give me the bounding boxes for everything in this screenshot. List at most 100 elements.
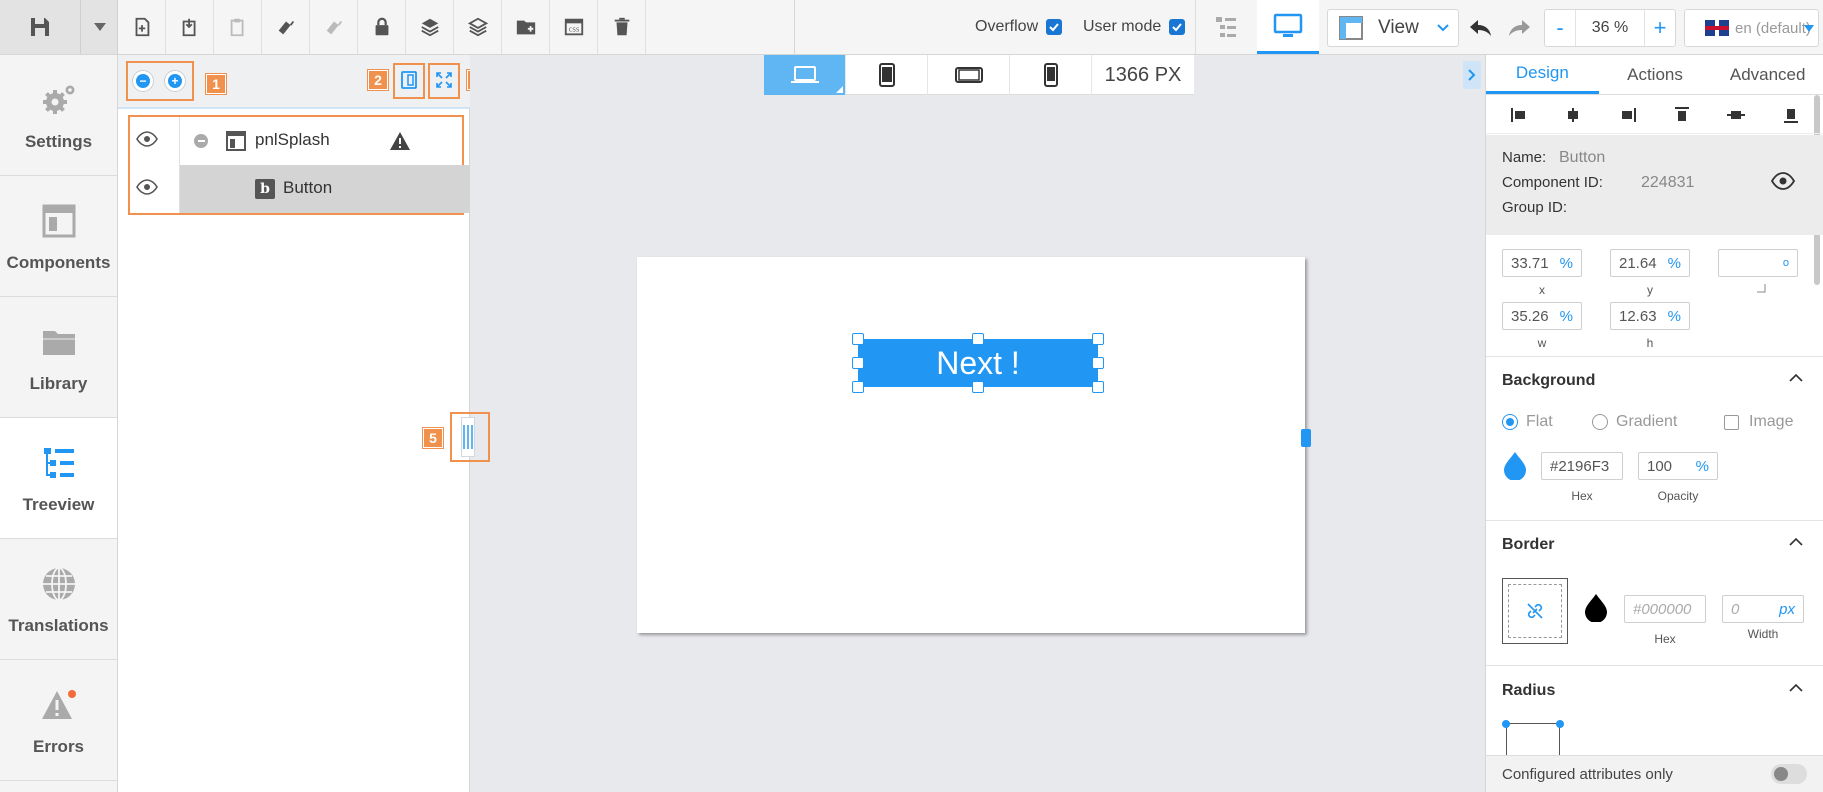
nav-components[interactable]: Components bbox=[0, 176, 117, 297]
tab-actions[interactable]: Actions bbox=[1599, 55, 1712, 94]
resize-handle[interactable] bbox=[972, 333, 984, 345]
css-editor-button[interactable]: CSS bbox=[550, 0, 598, 54]
resize-handle[interactable] bbox=[852, 381, 864, 393]
align-top-icon[interactable] bbox=[1671, 104, 1693, 126]
chevron-up-icon[interactable] bbox=[1789, 681, 1803, 695]
gradient-label: Gradient bbox=[1616, 413, 1678, 430]
eye-icon[interactable] bbox=[1770, 172, 1796, 195]
percent-unit: % bbox=[1667, 307, 1681, 325]
user-mode-toggle[interactable]: User mode bbox=[1083, 0, 1186, 54]
add-folder-button[interactable] bbox=[502, 0, 550, 54]
h-field[interactable]: 12.63% bbox=[1610, 302, 1690, 330]
align-bottom-icon[interactable] bbox=[1780, 104, 1802, 126]
border-link-box[interactable] bbox=[1508, 584, 1562, 638]
device-tablet-portrait-button[interactable] bbox=[846, 55, 928, 95]
bring-to-front-button[interactable] bbox=[406, 0, 454, 54]
save-dropdown-button[interactable] bbox=[80, 0, 118, 54]
desktop-view-button[interactable] bbox=[1257, 0, 1319, 54]
next-button[interactable]: Next ! bbox=[858, 339, 1098, 387]
eye-icon[interactable] bbox=[136, 179, 158, 200]
radius-handle[interactable] bbox=[1502, 720, 1510, 728]
user-mode-checkbox[interactable] bbox=[1169, 19, 1186, 35]
save-button[interactable] bbox=[0, 0, 80, 54]
background-gradient-radio[interactable]: Gradient bbox=[1592, 413, 1677, 431]
overflow-toggle[interactable]: Overflow bbox=[975, 0, 1063, 54]
align-center-icon[interactable] bbox=[1562, 104, 1584, 126]
border-hex-field[interactable]: #000000 bbox=[1624, 595, 1706, 623]
frame-resize-handle[interactable] bbox=[1301, 429, 1311, 447]
warning-icon[interactable] bbox=[389, 131, 411, 151]
tree-row-content[interactable]: pnlSplash bbox=[179, 117, 470, 165]
configured-attributes-toggle[interactable] bbox=[1771, 764, 1807, 784]
align-right-icon[interactable] bbox=[1617, 104, 1639, 126]
overflow-checkbox[interactable] bbox=[1046, 19, 1063, 35]
tab-design[interactable]: Design bbox=[1486, 55, 1599, 94]
y-field[interactable]: 21.64% bbox=[1610, 249, 1690, 277]
background-flat-radio[interactable]: Flat bbox=[1502, 413, 1553, 431]
redo-button[interactable] bbox=[1504, 14, 1534, 42]
format-painter-disabled-button[interactable] bbox=[310, 0, 358, 54]
zoom-out-button[interactable]: - bbox=[1545, 10, 1575, 46]
nav-library[interactable]: Library bbox=[0, 297, 117, 418]
view-dropdown[interactable]: View bbox=[1327, 9, 1459, 47]
lock-button[interactable] bbox=[358, 0, 406, 54]
mobile-preview-button[interactable] bbox=[396, 67, 422, 93]
border-sides-selector[interactable] bbox=[1502, 578, 1568, 644]
new-page-button[interactable] bbox=[118, 0, 166, 54]
align-middle-icon[interactable] bbox=[1725, 104, 1747, 126]
border-width-field[interactable]: 0 px bbox=[1722, 595, 1804, 623]
zoom-in-button[interactable]: + bbox=[1645, 10, 1675, 46]
color-drop-icon[interactable] bbox=[1583, 592, 1609, 622]
resize-handle[interactable] bbox=[1092, 357, 1104, 369]
device-phone-button[interactable] bbox=[1010, 55, 1092, 95]
align-left-icon[interactable] bbox=[1508, 104, 1530, 126]
zoom-value[interactable]: 36 % bbox=[1575, 10, 1645, 46]
tab-advanced[interactable]: Advanced bbox=[1711, 55, 1823, 94]
background-hex-field[interactable]: #2196F3 bbox=[1541, 452, 1623, 480]
send-to-back-button[interactable] bbox=[454, 0, 502, 54]
name-value[interactable]: Button bbox=[1559, 149, 1605, 167]
expand-right-panel-button[interactable] bbox=[1463, 61, 1481, 89]
tree-row-content[interactable]: b Button bbox=[179, 165, 470, 213]
language-dropdown[interactable]: en (default) bbox=[1684, 9, 1819, 47]
device-tablet-landscape-button[interactable] bbox=[928, 55, 1010, 95]
color-drop-icon[interactable] bbox=[1502, 450, 1528, 480]
collapse-node-icon[interactable] bbox=[194, 134, 208, 148]
component-info: Name: Button Component ID: 224831 Group … bbox=[1486, 135, 1823, 235]
panel-splitter-handle[interactable] bbox=[461, 417, 475, 457]
format-painter-button[interactable] bbox=[262, 0, 310, 54]
tree-row[interactable]: pnlSplash bbox=[128, 117, 470, 165]
import-page-button[interactable] bbox=[166, 0, 214, 54]
device-laptop-button[interactable] bbox=[764, 55, 846, 95]
rotation-field[interactable]: o bbox=[1718, 249, 1798, 277]
resize-handle[interactable] bbox=[852, 333, 864, 345]
undo-button[interactable] bbox=[1466, 14, 1496, 42]
eye-icon[interactable] bbox=[136, 131, 158, 152]
resize-handle[interactable] bbox=[1092, 381, 1104, 393]
chevron-up-icon[interactable] bbox=[1789, 371, 1803, 385]
nav-treeview[interactable]: Treeview bbox=[0, 418, 117, 539]
tree-row[interactable]: b Button bbox=[128, 165, 470, 213]
nav-errors[interactable]: Errors bbox=[0, 660, 117, 781]
x-field[interactable]: 33.71% bbox=[1502, 249, 1582, 277]
chevron-up-icon[interactable] bbox=[1789, 535, 1803, 549]
page-frame[interactable]: Next ! bbox=[637, 257, 1305, 633]
delete-button[interactable] bbox=[598, 0, 646, 54]
radius-handle[interactable] bbox=[1556, 720, 1564, 728]
background-image-checkbox[interactable]: Image bbox=[1724, 413, 1793, 431]
nav-translations[interactable]: Translations bbox=[0, 539, 117, 660]
w-field[interactable]: 35.26% bbox=[1502, 302, 1582, 330]
opacity-field[interactable]: 100% bbox=[1638, 452, 1718, 480]
paste-page-button[interactable] bbox=[214, 0, 262, 54]
resize-handle[interactable] bbox=[972, 381, 984, 393]
resize-handle[interactable] bbox=[852, 357, 864, 369]
tree-layout-button[interactable] bbox=[1195, 0, 1255, 54]
collapse-all-button[interactable]: − bbox=[132, 70, 154, 92]
resize-handle[interactable] bbox=[1092, 333, 1104, 345]
nav-settings[interactable]: Settings bbox=[0, 55, 117, 176]
fit-to-screen-button[interactable] bbox=[431, 67, 457, 93]
screen-width-display[interactable]: 1366 PX bbox=[1092, 55, 1194, 95]
radius-preview[interactable] bbox=[1506, 723, 1560, 755]
expand-all-button[interactable]: + bbox=[164, 70, 186, 92]
save-icon bbox=[31, 18, 49, 36]
